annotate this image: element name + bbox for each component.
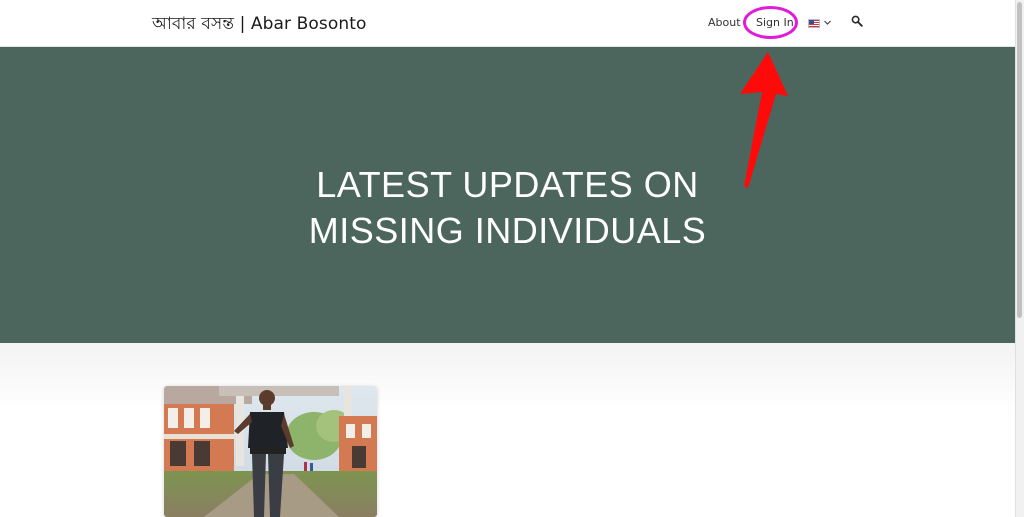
search-icon[interactable] — [851, 15, 863, 27]
posts-section — [0, 343, 1015, 517]
chevron-down-icon — [824, 20, 831, 25]
nav-about-link[interactable]: About — [708, 16, 741, 29]
sign-in-highlight-circle — [743, 6, 798, 39]
hero-title-line-1: LATEST UPDATES ON — [316, 164, 699, 205]
hero-banner: LATEST UPDATES ON MISSING INDIVIDUALS — [0, 47, 1015, 343]
hero-title-line-2: MISSING INDIVIDUALS — [308, 210, 707, 251]
scrollbar-thumb[interactable] — [1017, 2, 1022, 318]
site-title[interactable]: আবার বসন্ত | Abar Bosonto — [152, 11, 367, 39]
site-header: আবার বসন্ত | Abar Bosonto About Sign In — [0, 0, 1015, 47]
post-card[interactable] — [164, 386, 377, 517]
page: আবার বসন্ত | Abar Bosonto About Sign In … — [0, 0, 1024, 517]
language-selector[interactable] — [808, 18, 832, 30]
annotation-arrow — [740, 52, 788, 188]
us-flag-icon — [808, 19, 820, 28]
hero-title: LATEST UPDATES ON MISSING INDIVIDUALS — [0, 162, 1015, 254]
post-thumbnail-image[interactable] — [164, 386, 377, 517]
